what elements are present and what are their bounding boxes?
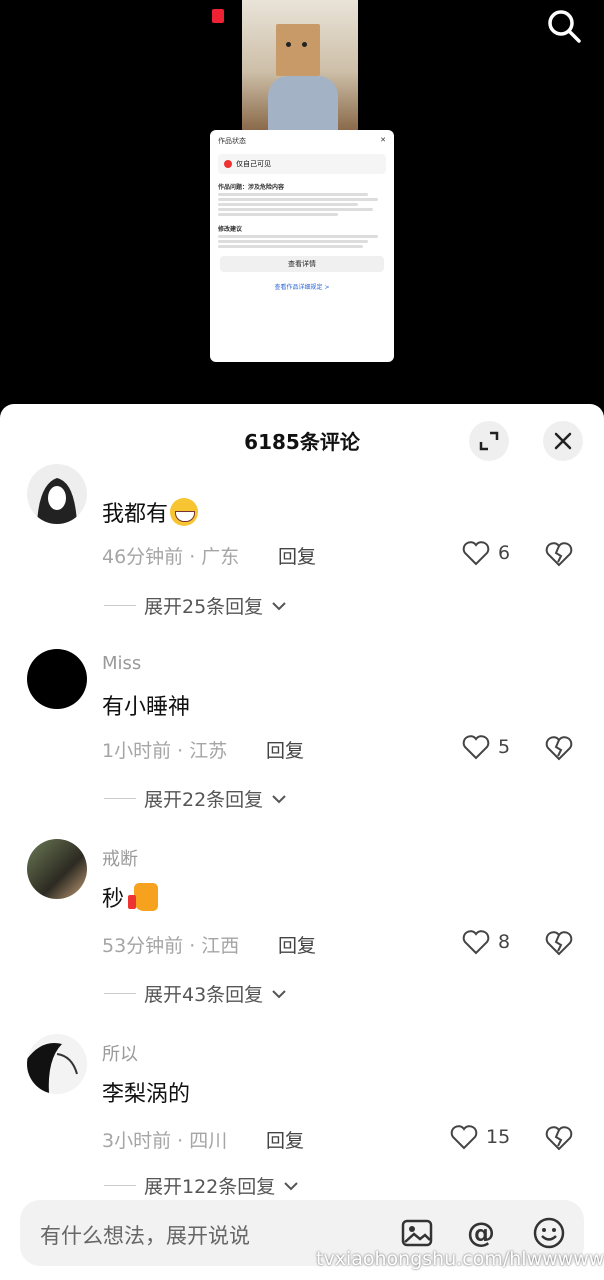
comment-text: 李梨涡的: [102, 1082, 191, 1107]
avatar[interactable]: [27, 1034, 87, 1094]
chevron-down-icon: [272, 989, 286, 998]
close-icon: ✕: [380, 136, 386, 144]
dislike-heart-icon[interactable]: [545, 929, 573, 957]
avatar[interactable]: [27, 464, 87, 524]
status-section-suggestion: 修改建议: [218, 226, 243, 233]
status-card-title: 作品状态: [218, 137, 246, 145]
comment-text: 我都有: [102, 502, 169, 527]
chevron-down-icon: [272, 794, 286, 803]
username[interactable]: 戒断: [102, 845, 138, 871]
view-details-button: 查看详情: [220, 256, 384, 272]
comment-meta: 3小时前 · 四川: [102, 1130, 228, 1152]
expand-sheet-button[interactable]: [469, 421, 509, 461]
comment-meta: 1小时前 · 江苏: [102, 740, 228, 762]
chevron-down-icon: [272, 601, 286, 610]
like-count: 15: [486, 1126, 511, 1148]
reply-button[interactable]: 回复: [266, 736, 304, 763]
comment-text: 秒: [102, 887, 125, 912]
thumbs-up-emoji-icon: [128, 883, 159, 911]
heart-icon: [462, 735, 490, 760]
heart-icon: [462, 541, 490, 566]
warning-icon: [224, 160, 232, 168]
search-icon[interactable]: [546, 8, 582, 44]
video-thumbnail: [242, 0, 358, 130]
reply-button[interactable]: 回复: [266, 1126, 304, 1153]
video-area[interactable]: 作品状态 ✕ 仅自己可见 作品问题：涉及危险内容 修改建议 查看详情 查看作品详…: [0, 0, 604, 410]
status-alert: 仅自己可见: [236, 160, 271, 168]
avatar[interactable]: [27, 839, 87, 899]
like-count: 8: [498, 931, 511, 953]
avatar[interactable]: [27, 649, 87, 709]
grin-emoji-icon: [170, 498, 199, 526]
close-sheet-button[interactable]: [543, 421, 583, 461]
expand-replies[interactable]: 展开43条回复: [104, 980, 287, 1007]
like-count: 5: [498, 736, 511, 758]
expand-replies-label: 展开122条回复: [144, 1176, 276, 1198]
image-icon[interactable]: [400, 1216, 434, 1250]
comment-meta: 53分钟前 · 江西: [102, 935, 240, 957]
comment-text: 有小睡神: [102, 695, 191, 720]
expand-icon: [479, 431, 499, 451]
svg-text:@: @: [467, 1216, 495, 1249]
comment-input-placeholder[interactable]: 有什么想法，展开说说: [40, 1220, 250, 1250]
comment-meta: 46分钟前 · 广东: [102, 546, 240, 568]
rules-link: 查看作品详细规定 >: [274, 284, 330, 291]
expand-replies-label: 展开25条回复: [144, 596, 264, 618]
status-section-issue: 作品问题：涉及危险内容: [218, 184, 285, 191]
like-button[interactable]: 15: [450, 1124, 510, 1150]
comment-sheet: 6185条评论 我都有 46分钟前 · 广东 回复 6 展开25条回复 Miss…: [0, 404, 604, 1280]
like-button[interactable]: 6: [462, 540, 510, 566]
expand-replies-label: 展开43条回复: [144, 984, 264, 1006]
username[interactable]: Miss: [102, 653, 141, 674]
dislike-heart-icon[interactable]: [545, 540, 573, 568]
like-count: 6: [498, 542, 511, 564]
expand-replies[interactable]: 展开22条回复: [104, 785, 287, 812]
close-icon: [554, 432, 572, 450]
like-button[interactable]: 8: [462, 929, 510, 955]
watermark-text: tvxiaohongshu.com/hlwwwww: [316, 1248, 604, 1270]
reply-button[interactable]: 回复: [278, 542, 316, 569]
like-button[interactable]: 5: [462, 734, 510, 760]
dislike-heart-icon[interactable]: [545, 1124, 573, 1152]
username[interactable]: 所以: [102, 1040, 138, 1066]
work-status-card: 作品状态 ✕ 仅自己可见 作品问题：涉及危险内容 修改建议 查看详情 查看作品详…: [210, 130, 394, 362]
expand-replies[interactable]: 展开25条回复: [104, 592, 287, 619]
reply-button[interactable]: 回复: [278, 931, 316, 958]
emoji-smile-icon[interactable]: [532, 1216, 566, 1250]
heart-icon: [450, 1125, 478, 1150]
mention-at-icon[interactable]: @: [464, 1216, 498, 1250]
dislike-heart-icon[interactable]: [545, 734, 573, 762]
expand-replies[interactable]: 展开122条回复: [104, 1172, 299, 1199]
record-indicator-icon: [212, 9, 224, 23]
chevron-down-icon: [284, 1181, 298, 1190]
expand-replies-label: 展开22条回复: [144, 789, 264, 811]
comment-count-title: 6185条评论: [244, 430, 360, 454]
heart-icon: [462, 930, 490, 955]
